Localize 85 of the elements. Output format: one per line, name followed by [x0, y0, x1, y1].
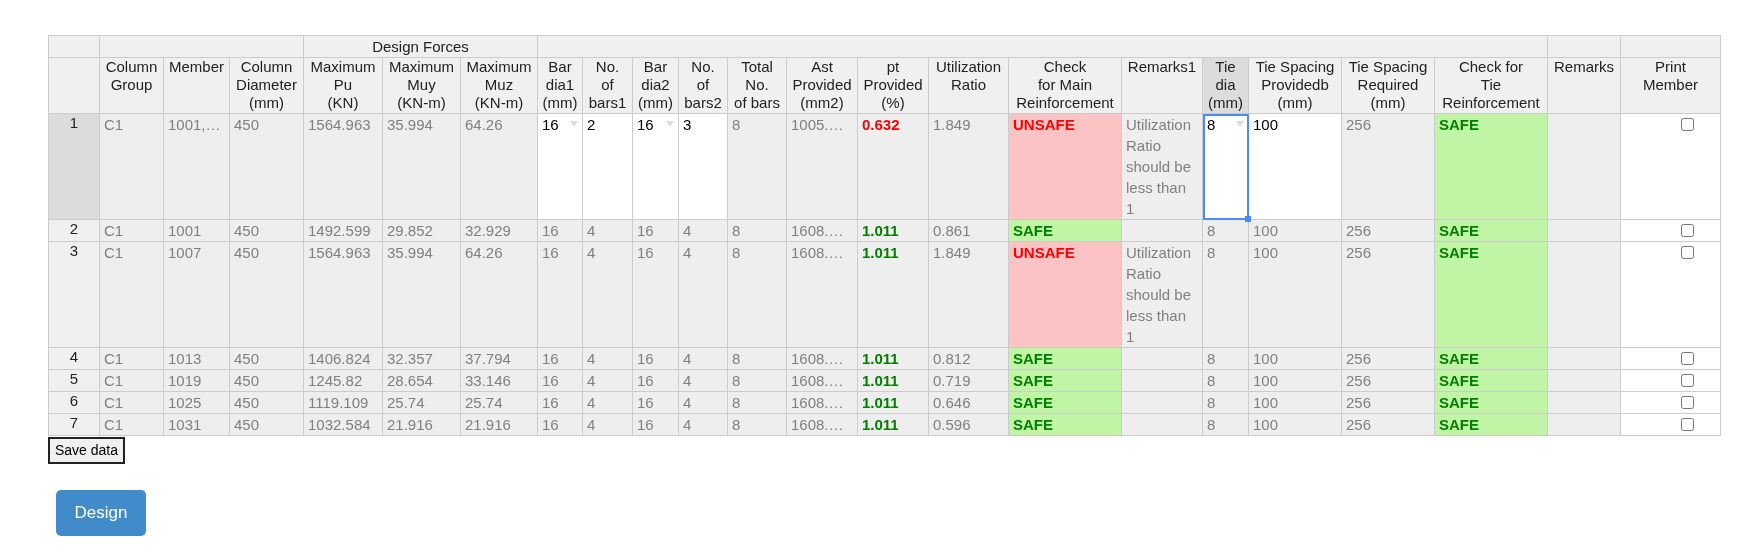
table-cell: 100: [1248, 241, 1342, 348]
column-header[interactable]: Check for Tie Reinforcement: [1434, 57, 1548, 114]
checkbox[interactable]: [1681, 118, 1694, 131]
table-cell: Utilization Ratio should be less than 1: [1121, 241, 1203, 348]
column-header[interactable]: No. of bars2: [678, 57, 728, 114]
column-header[interactable]: Tie Spacing Required (mm): [1341, 57, 1435, 114]
checkbox[interactable]: [1681, 246, 1694, 259]
row-header[interactable]: 7: [48, 413, 100, 436]
column-header[interactable]: Remarks1: [1121, 57, 1203, 114]
checkbox[interactable]: [1681, 374, 1694, 387]
column-header[interactable]: Remarks: [1547, 57, 1621, 114]
column-header[interactable]: Total No. of bars: [727, 57, 787, 114]
table-cell: 256: [1341, 241, 1435, 348]
column-header[interactable]: pt Provided (%): [857, 57, 929, 114]
input-cell[interactable]: 2: [582, 113, 633, 220]
checkbox[interactable]: [1681, 224, 1694, 237]
column-header[interactable]: Print Member: [1620, 57, 1721, 114]
table-cell: 256: [1341, 113, 1435, 220]
column-header[interactable]: Tie Spacing Providedb (mm): [1248, 57, 1342, 114]
row-header[interactable]: 5: [48, 369, 100, 392]
table-cell: C1: [99, 241, 164, 348]
checkbox[interactable]: [1681, 352, 1694, 365]
row-header[interactable]: 1: [48, 113, 100, 220]
status-cell: SAFE: [1434, 113, 1548, 220]
row-header[interactable]: 3: [48, 241, 100, 348]
table-cell: 1005.…: [786, 113, 858, 220]
column-header[interactable]: Tie dia (mm): [1202, 57, 1249, 114]
table-cell: 16: [632, 241, 679, 348]
column-header[interactable]: Check for Main Reinforcement: [1008, 57, 1122, 114]
fill-handle[interactable]: [1245, 216, 1251, 222]
checkbox[interactable]: [1681, 396, 1694, 409]
column-header[interactable]: Bar dia1 (mm): [537, 57, 583, 114]
table-cell: 4: [678, 241, 728, 348]
table-cell: 35.994: [382, 113, 461, 220]
table-cell: Utilization Ratio should be less than 1: [1121, 113, 1203, 220]
column-header[interactable]: Utilization Ratio: [928, 57, 1009, 114]
table-cell: 450: [229, 241, 304, 348]
column-header[interactable]: Column Diameter (mm): [229, 57, 304, 114]
table-cell: 1001,…: [163, 113, 230, 220]
cell-value: 8: [1207, 115, 1216, 135]
table-cell: 1564.963: [303, 241, 383, 348]
column-header[interactable]: No. of bars1: [582, 57, 633, 114]
group-header: Design Forces: [303, 35, 538, 58]
table-cell: 8: [727, 241, 787, 348]
row-header[interactable]: 2: [48, 219, 100, 242]
status-cell: UNSAFE: [1008, 241, 1122, 348]
input-cell[interactable]: 100: [1248, 113, 1342, 220]
column-header[interactable]: Maximum Muz (KN-m): [460, 57, 538, 114]
table-cell: 64.26: [460, 241, 538, 348]
column-header[interactable]: Member: [163, 57, 230, 114]
column-header[interactable]: Maximum Muy (KN-m): [382, 57, 461, 114]
checkbox[interactable]: [1681, 418, 1694, 431]
dropdown-cell[interactable]: 8: [1202, 113, 1249, 220]
column-header[interactable]: Bar dia2 (mm): [632, 57, 679, 114]
status-cell: SAFE: [1434, 241, 1548, 348]
status-cell: UNSAFE: [1008, 113, 1122, 220]
table-cell: 8: [1202, 241, 1249, 348]
table-cell: 1564.963: [303, 113, 383, 220]
table-cell: 16: [537, 241, 583, 348]
dropdown-cell[interactable]: 16: [537, 113, 583, 220]
table-cell: C1: [99, 113, 164, 220]
table-cell: 1608.…: [786, 241, 858, 348]
corner-cell: [48, 57, 100, 114]
table-cell: 4: [582, 241, 633, 348]
table-cell: 8: [727, 113, 787, 220]
table-cell: 1007: [163, 241, 230, 348]
input-cell[interactable]: 3: [678, 113, 728, 220]
table-cell: 450: [229, 113, 304, 220]
column-header[interactable]: Ast Provided (mm2): [786, 57, 858, 114]
column-header[interactable]: Maximum Pu (KN): [303, 57, 383, 114]
table-cell: 64.26: [460, 113, 538, 220]
save-data-button[interactable]: Save data: [48, 437, 126, 464]
row-header[interactable]: 4: [48, 347, 100, 370]
cell-value: 16: [542, 115, 559, 135]
column-header[interactable]: Column Group: [99, 57, 164, 114]
table-cell: 0.632: [857, 113, 929, 220]
dropdown-cell[interactable]: 16: [632, 113, 679, 220]
design-button[interactable]: Design: [56, 490, 146, 536]
cell-value: 16: [637, 115, 654, 135]
table-cell: 1.849: [928, 241, 1009, 348]
corner-cell: [48, 35, 100, 58]
table-cell: 1.011: [857, 241, 929, 348]
table-cell: 35.994: [382, 241, 461, 348]
table-cell: 1.849: [928, 113, 1009, 220]
row-header[interactable]: 6: [48, 391, 100, 414]
